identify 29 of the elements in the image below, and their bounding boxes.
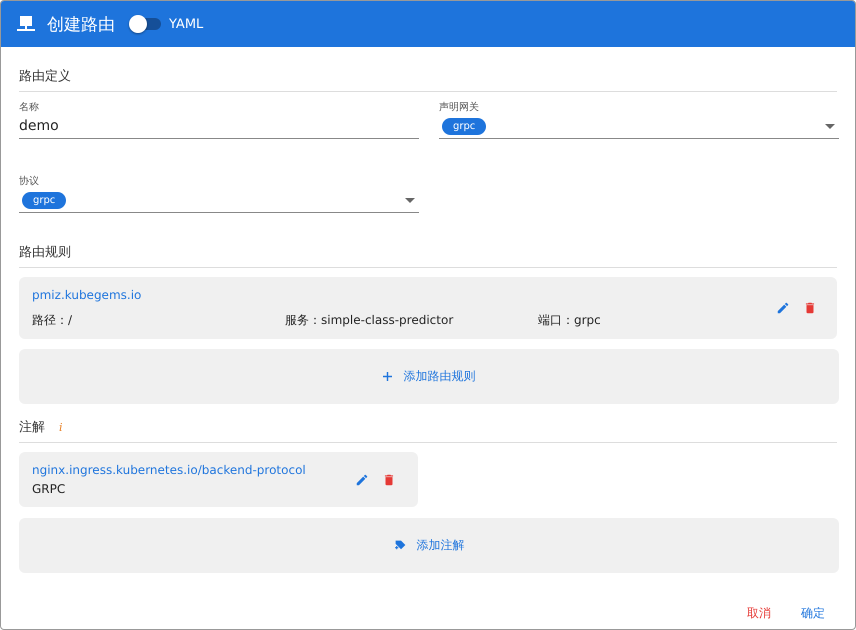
confirm-button[interactable]: 确定 — [791, 601, 835, 626]
service-text: 服务：simple-class-predictor — [285, 312, 454, 328]
switch-label: YAML — [169, 16, 204, 32]
add-rule-button[interactable]: 添加路由规则 — [19, 349, 839, 404]
network-icon — [17, 15, 35, 33]
tag-icon — [394, 539, 406, 552]
yaml-switch[interactable] — [131, 18, 161, 30]
section-title: 路由定义 — [19, 67, 837, 92]
caret-icon — [825, 124, 835, 128]
port-text: 端口：grpc — [538, 312, 601, 328]
edit-icon[interactable] — [776, 301, 790, 315]
delete-icon[interactable] — [803, 301, 817, 315]
info-icon[interactable]: i — [59, 420, 63, 434]
window-title: 创建路由 — [47, 14, 115, 36]
section-title: 路由规则 — [19, 243, 837, 268]
form-field[interactable]: 名称 demo — [19, 100, 419, 139]
delete-icon[interactable] — [382, 472, 396, 486]
section-title: 注解 i — [19, 418, 837, 443]
caret-icon — [405, 198, 415, 202]
path-text: 路径：/ — [32, 312, 74, 328]
form-field[interactable]: 协议 grpc — [19, 174, 419, 213]
form-field[interactable]: 声明网关 grpc — [439, 100, 839, 139]
annotation-value: GRPC — [32, 482, 66, 496]
edit-icon[interactable] — [355, 472, 369, 486]
cancel-button[interactable]: 取消 — [737, 601, 781, 626]
add-annotation-button[interactable]: 添加注解 — [19, 518, 839, 573]
annotation-key[interactable]: nginx.ingress.kubernetes.io/backend-protocol — [32, 463, 306, 477]
plus-icon — [382, 372, 392, 381]
host-link[interactable]: pmiz.kubegems.io — [32, 288, 142, 302]
